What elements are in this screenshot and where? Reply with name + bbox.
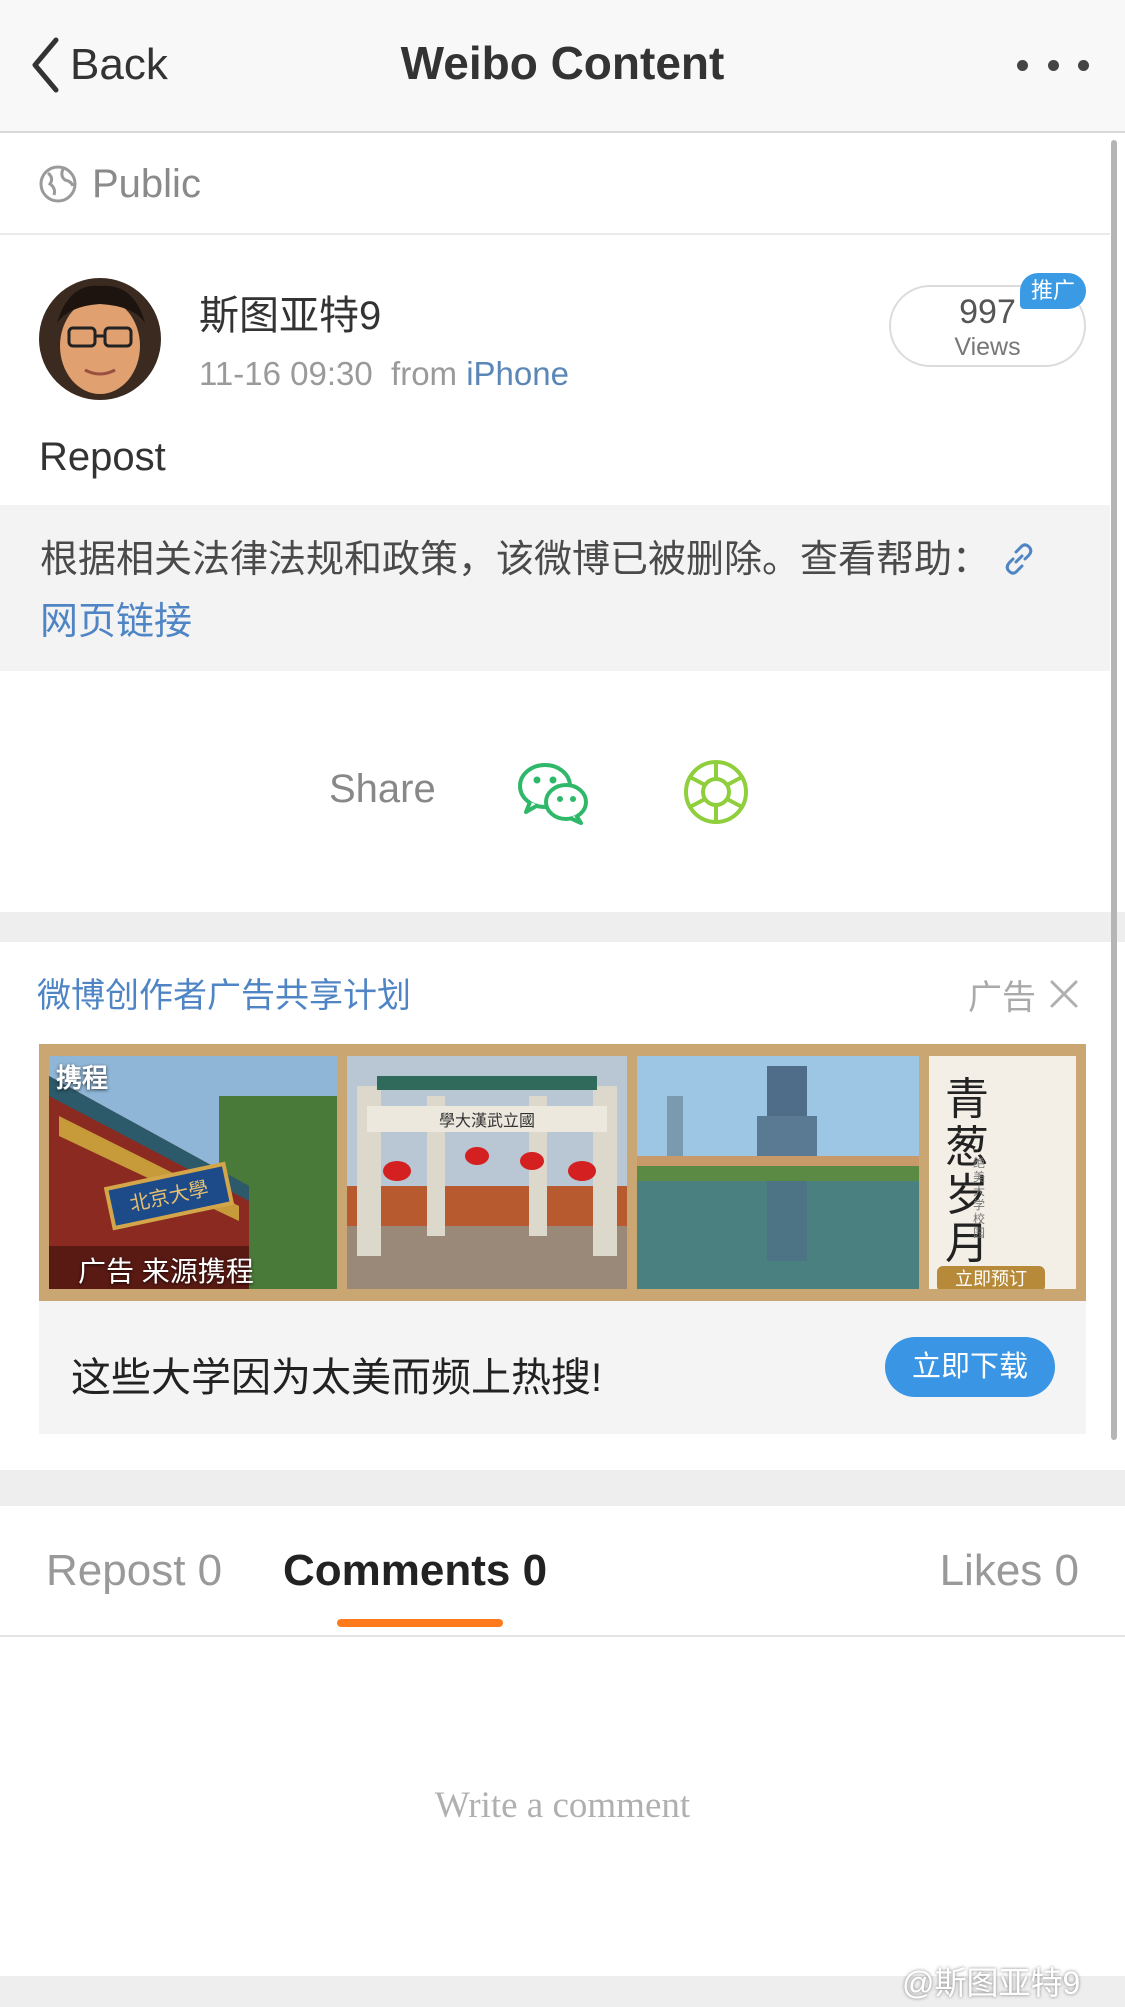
ad-logo: 携程 <box>56 1063 109 1093</box>
visibility-label: Public <box>92 161 201 206</box>
ad-source-label: 广告 来源携程 <box>78 1256 254 1287</box>
avatar[interactable] <box>39 278 161 400</box>
deleted-notice-text: 根据相关法律法规和政策，该微博已被删除。查看帮助： <box>40 539 991 581</box>
help-link-label: 网页链接 <box>40 601 193 643</box>
gate-text: 學大漢武立國 <box>439 1112 535 1130</box>
link-icon <box>1005 543 1032 575</box>
tab-comments[interactable]: Comments 0 <box>283 1546 547 1596</box>
ad-caption-bar[interactable]: 这些大学因为太美而频上热搜! 立即下载 <box>39 1301 1086 1434</box>
tab-likes[interactable]: Likes 0 <box>940 1546 1079 1596</box>
share-label: Share <box>329 767 436 811</box>
views-label: Views <box>954 333 1021 361</box>
section-divider <box>0 912 1125 942</box>
ad-caption: 这些大学因为太美而频上热搜! <box>71 1356 603 1400</box>
scrollbar[interactable] <box>1111 140 1117 1440</box>
section-divider <box>0 1470 1125 1506</box>
interaction-tabs: Repost 0 Comments 0 Likes 0 <box>0 1506 1125 1637</box>
ad-tag: 广告 <box>968 979 1036 1017</box>
post-text: Repost <box>39 435 166 479</box>
more-options-button[interactable] <box>1017 54 1089 76</box>
post-meta: 11-16 09:30 from iPhone <box>199 355 569 393</box>
visibility-row: Public <box>0 135 1110 235</box>
dot-icon <box>1078 59 1089 71</box>
tab-repost[interactable]: Repost 0 <box>46 1546 222 1596</box>
close-icon[interactable] <box>1048 978 1080 1010</box>
promo-badge: 推广 <box>1020 273 1086 309</box>
ad-promo-panel: 青葱岁月 绝美大学校园 立即预订 <box>929 1056 1076 1289</box>
ad-panel-small: 绝美大学校园 <box>973 1156 986 1240</box>
ad-program-title[interactable]: 微博创作者广告共享计划 <box>37 968 411 1017</box>
download-button[interactable]: 立即下载 <box>885 1337 1055 1397</box>
ad-photo-archway: 學大漢武立國 <box>347 1056 627 1289</box>
dot-icon <box>1047 59 1059 71</box>
wechat-icon[interactable] <box>516 758 590 826</box>
moments-icon[interactable] <box>682 758 750 826</box>
post-time: 11-16 09:30 <box>199 355 373 392</box>
ad-photo-lake <box>637 1056 919 1289</box>
username[interactable]: 斯图亚特9 <box>199 283 381 341</box>
globe-icon <box>39 165 77 203</box>
deleted-notice: 根据相关法律法规和政策，该微博已被删除。查看帮助： 网页链接 <box>0 505 1110 671</box>
ad-panel-book-button[interactable]: 立即预订 <box>937 1266 1045 1289</box>
comment-input[interactable]: Write a comment <box>0 1784 1125 1827</box>
active-tab-indicator <box>337 1619 503 1627</box>
post-source[interactable]: iPhone <box>466 355 569 392</box>
dot-icon <box>1017 59 1028 71</box>
nav-bar: Back Weibo Content <box>0 0 1125 133</box>
page-title: Weibo Content <box>400 37 725 89</box>
from-label: from <box>391 355 458 392</box>
watermark: @斯图亚特9 <box>902 1965 1081 2001</box>
